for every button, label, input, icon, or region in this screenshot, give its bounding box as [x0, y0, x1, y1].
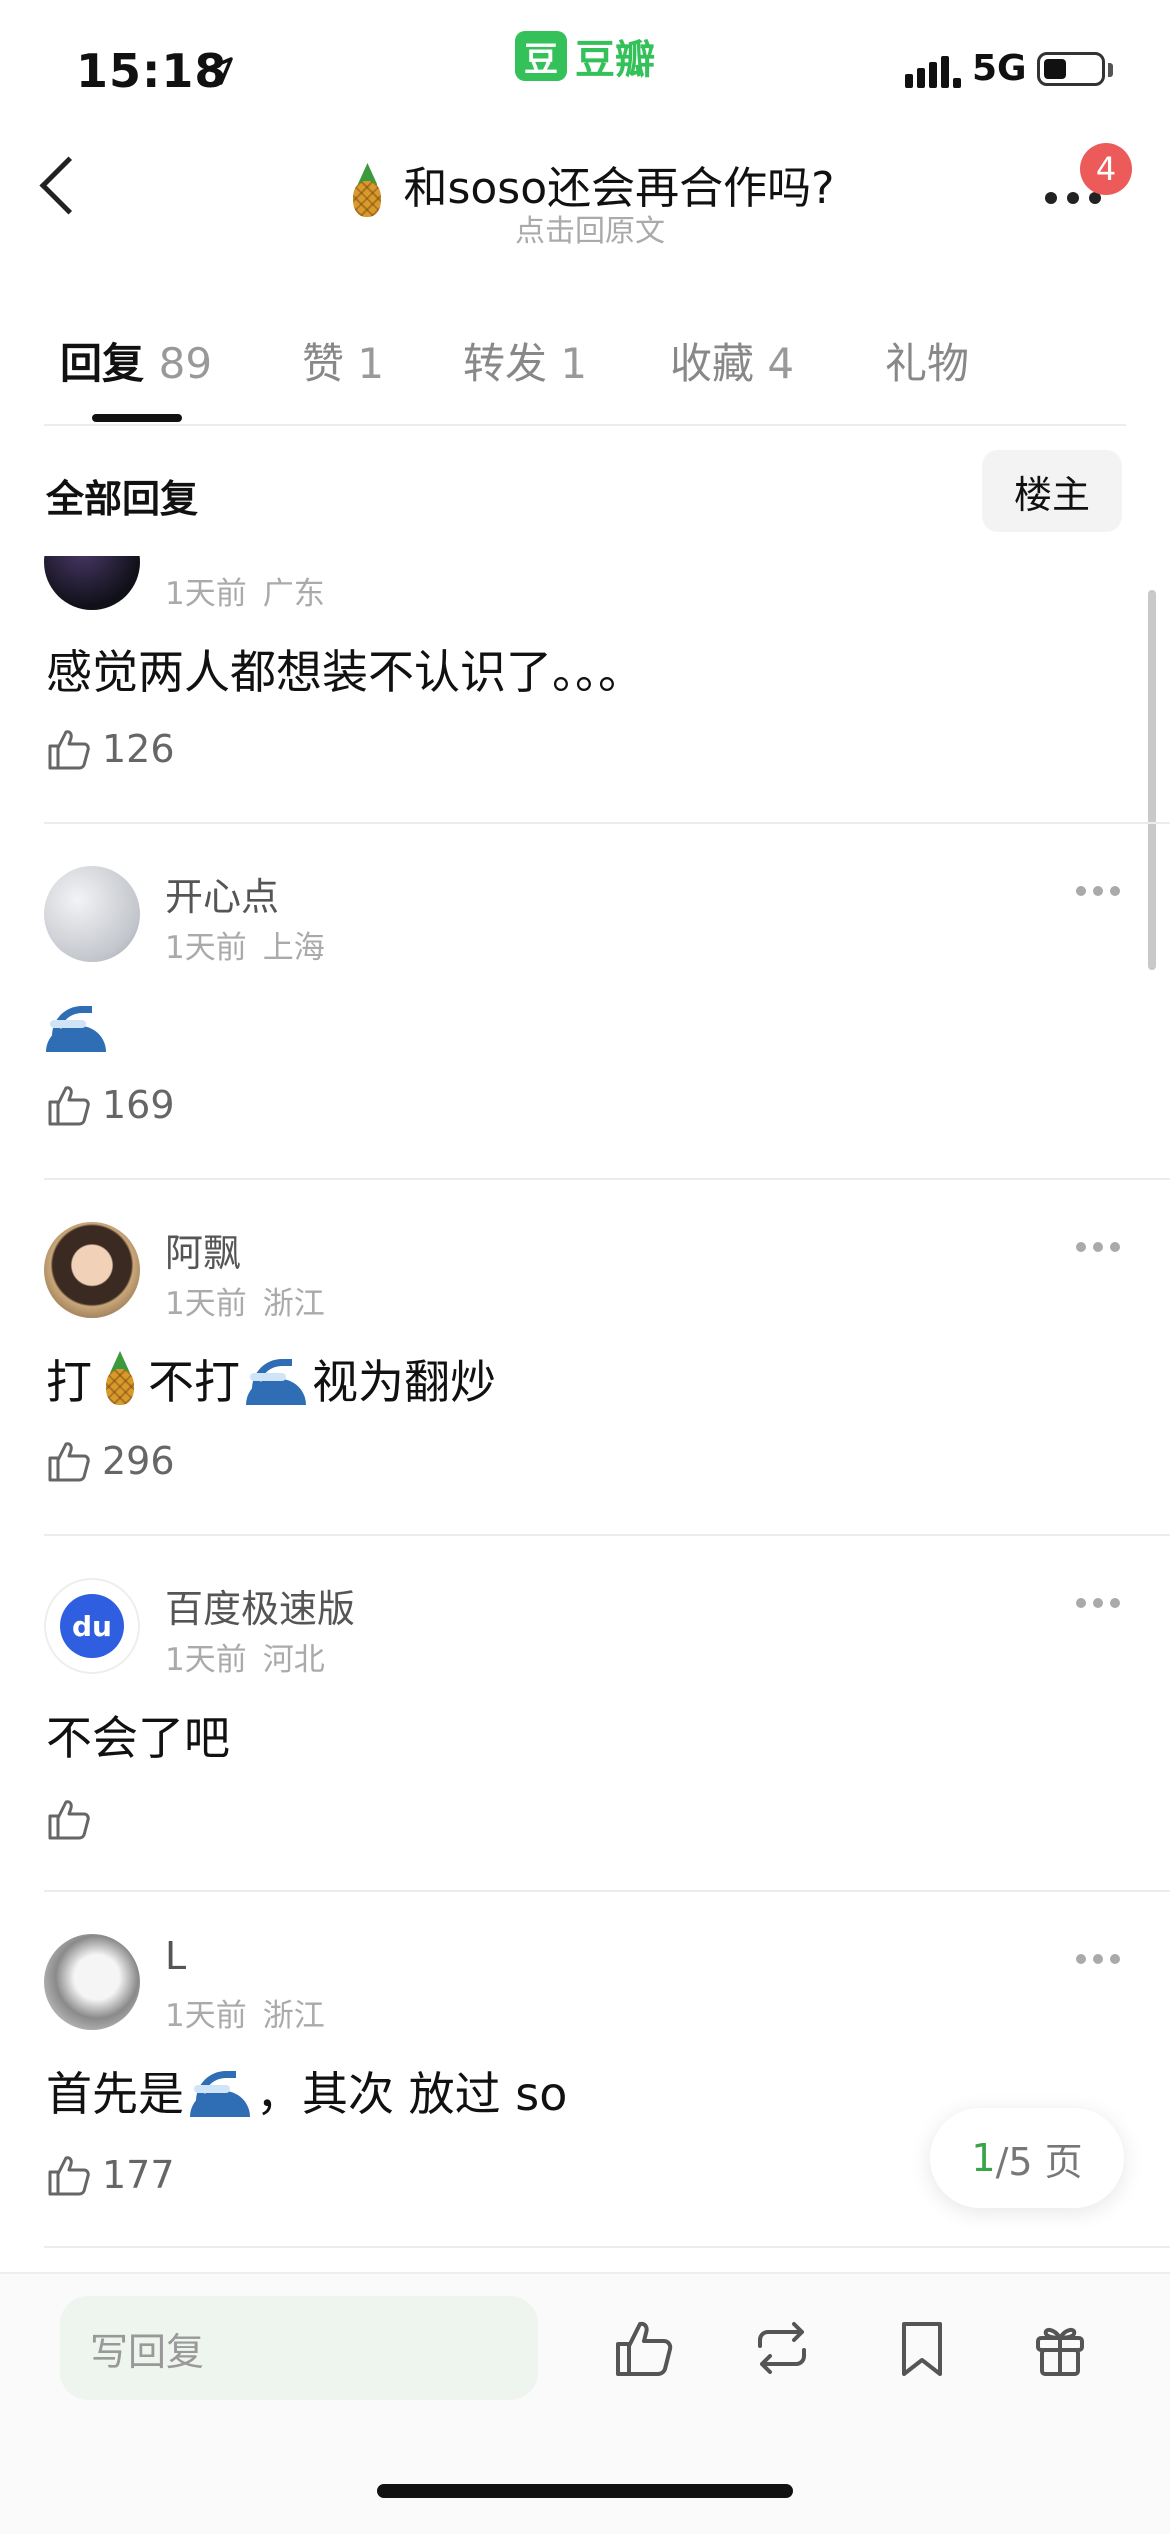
- op-only-button[interactable]: 楼主: [982, 450, 1122, 532]
- thumbs-up-icon: [48, 1442, 90, 1482]
- wave-emoji-icon: [246, 1353, 306, 1405]
- comment-more-icon[interactable]: [1076, 1242, 1120, 1252]
- avatar[interactable]: [44, 1222, 140, 1318]
- comment-meta: 1天前 浙江: [165, 1286, 325, 1322]
- thumbs-up-icon: [48, 2156, 90, 2196]
- comment-text: 不会了吧: [46, 1711, 230, 1765]
- tabs-divider: [44, 424, 1126, 426]
- like-post-icon[interactable]: [612, 2316, 676, 2380]
- thumbs-up-icon: [48, 1800, 90, 1840]
- tab-replies[interactable]: 回复 89: [60, 330, 212, 391]
- comment-meta: 1天前 上海: [165, 930, 325, 966]
- bookmark-icon[interactable]: [890, 2316, 954, 2380]
- page-indicator[interactable]: 1/5 页: [930, 2108, 1124, 2208]
- back-icon[interactable]: [39, 156, 98, 215]
- notification-badge: 4: [1080, 143, 1132, 195]
- thumbs-up-icon: [48, 1086, 90, 1126]
- app-brand: 豆 豆瓣: [515, 30, 655, 83]
- network-type: 5G: [972, 48, 1027, 89]
- comment-username[interactable]: 阿飘: [165, 1222, 241, 1277]
- comment-text: [46, 1000, 106, 1052]
- location-arrow-icon: [205, 57, 233, 85]
- thumbs-up-icon: [48, 730, 90, 770]
- comment-meta: 1天前 广东: [165, 576, 325, 612]
- battery-icon: [1037, 52, 1105, 86]
- scrollbar[interactable]: [1148, 590, 1156, 970]
- pineapple-emoji-icon: [98, 1351, 142, 1407]
- comment-text: 首先是 ，其次 放过 so: [46, 2065, 568, 2121]
- all-replies-label: 全部回复: [46, 477, 199, 521]
- tab-reposts[interactable]: 转发 1: [463, 330, 587, 391]
- active-tab-indicator: [92, 414, 182, 422]
- reply-input[interactable]: 写回复: [60, 2296, 538, 2400]
- like-button[interactable]: [46, 1796, 102, 1842]
- avatar[interactable]: du: [44, 1578, 140, 1674]
- like-button[interactable]: 296: [46, 1438, 175, 1484]
- wave-emoji-icon: [46, 1000, 106, 1052]
- douban-logo-icon: 豆: [515, 31, 567, 81]
- back-to-original-link[interactable]: 点击回原文: [360, 206, 820, 250]
- like-button[interactable]: 169: [46, 1082, 175, 1128]
- baidu-logo-icon: du: [60, 1594, 124, 1658]
- home-indicator[interactable]: [377, 2484, 793, 2498]
- avatar[interactable]: [44, 556, 140, 610]
- comment-text: 感觉两人都想装不认识了。。。: [46, 645, 644, 699]
- avatar[interactable]: [44, 866, 140, 962]
- comment-meta: 1天前 浙江: [165, 1998, 325, 2034]
- gift-icon[interactable]: [1028, 2316, 1092, 2380]
- tab-gifts[interactable]: 礼物: [885, 330, 969, 391]
- wave-emoji-icon: [190, 2065, 250, 2117]
- comment-username[interactable]: 百度极速版: [165, 1578, 355, 1633]
- comment-more-icon[interactable]: [1076, 1598, 1120, 1608]
- comment-username[interactable]: 开心点: [165, 866, 279, 921]
- comment-username[interactable]: L: [165, 1934, 186, 1978]
- tab-collections[interactable]: 收藏 4: [670, 330, 794, 391]
- like-button[interactable]: 177: [46, 2152, 175, 2198]
- avatar[interactable]: [44, 1934, 140, 2030]
- comment-meta: 1天前 河北: [165, 1642, 325, 1678]
- comment-more-icon[interactable]: [1076, 886, 1120, 896]
- comment-text: 打 不打 视为翻炒: [46, 1346, 496, 1412]
- like-button[interactable]: 126: [46, 726, 175, 772]
- brand-name: 豆瓣: [575, 37, 655, 83]
- comment-more-icon[interactable]: [1076, 1954, 1120, 1964]
- more-options-icon[interactable]: [1045, 192, 1101, 204]
- tab-likes[interactable]: 赞 1: [302, 330, 384, 391]
- signal-icon: [905, 56, 961, 88]
- repost-icon[interactable]: [750, 2316, 814, 2380]
